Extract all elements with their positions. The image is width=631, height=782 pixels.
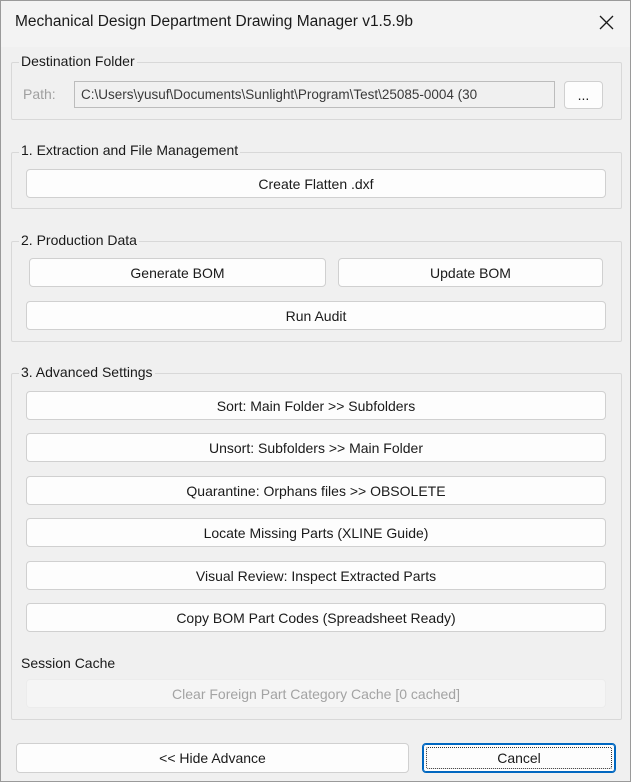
extraction-group-label: 1. Extraction and File Management [19, 142, 241, 158]
browse-button[interactable]: ... [564, 81, 603, 109]
session-cache-label: Session Cache [21, 655, 116, 671]
clear-cache-button[interactable]: Clear Foreign Part Category Cache [0 cac… [26, 679, 606, 708]
locate-missing-parts-button[interactable]: Locate Missing Parts (XLINE Guide) [26, 518, 606, 547]
drawing-manager-window: Mechanical Design Department Drawing Man… [0, 0, 631, 782]
unsort-button[interactable]: Unsort: Subfolders >> Main Folder [26, 433, 606, 462]
destination-folder-label: Destination Folder [19, 53, 137, 69]
path-label: Path: [23, 86, 56, 102]
cancel-button[interactable]: Cancel [422, 743, 616, 773]
path-value: C:\Users\yusuf\Documents\Sunlight\Progra… [81, 87, 478, 102]
sort-button[interactable]: Sort: Main Folder >> Subfolders [26, 391, 606, 420]
hide-advance-button[interactable]: << Hide Advance [16, 743, 409, 773]
cancel-button-label: Cancel [497, 750, 541, 766]
advanced-settings-group-label: 3. Advanced Settings [19, 364, 155, 380]
production-data-group-label: 2. Production Data [19, 232, 139, 248]
visual-review-button[interactable]: Visual Review: Inspect Extracted Parts [26, 561, 606, 590]
generate-bom-button[interactable]: Generate BOM [29, 258, 326, 287]
run-audit-button[interactable]: Run Audit [26, 301, 606, 330]
title-bar[interactable]: Mechanical Design Department Drawing Man… [1, 1, 630, 47]
close-icon [599, 15, 614, 30]
create-flatten-dxf-button[interactable]: Create Flatten .dxf [26, 169, 606, 198]
update-bom-button[interactable]: Update BOM [338, 258, 603, 287]
quarantine-button[interactable]: Quarantine: Orphans files >> OBSOLETE [26, 476, 606, 505]
close-button[interactable] [584, 1, 630, 45]
copy-bom-part-codes-button[interactable]: Copy BOM Part Codes (Spreadsheet Ready) [26, 603, 606, 632]
window-title: Mechanical Design Department Drawing Man… [15, 13, 414, 30]
path-field[interactable]: C:\Users\yusuf\Documents\Sunlight\Progra… [74, 81, 555, 108]
